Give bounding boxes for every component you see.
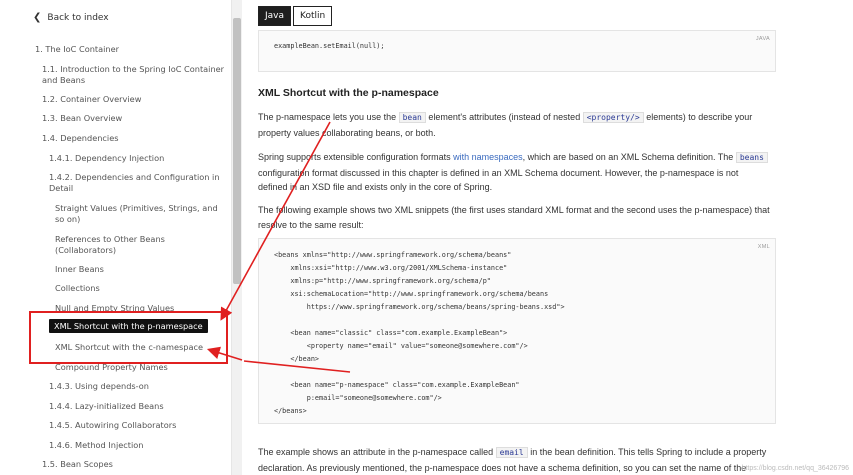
annotation-arrow-lower-tail <box>243 360 351 373</box>
annotation-arrow-upper <box>220 121 331 321</box>
watermark: https://blog.csdn.net/qq_36426796 <box>741 465 849 472</box>
annotation-arrow-lower <box>206 346 243 361</box>
annotation-arrows <box>206 121 351 373</box>
